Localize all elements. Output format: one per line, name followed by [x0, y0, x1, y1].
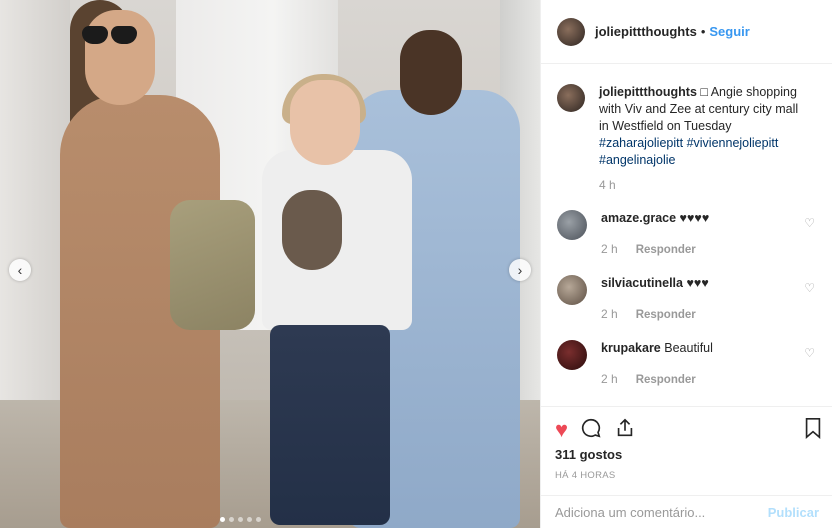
photo-figure-head-3 — [290, 80, 360, 165]
bookmark-icon[interactable] — [803, 417, 823, 445]
comment-like-icon[interactable]: ♡ — [804, 281, 815, 295]
comment-text: ♥♥♥♥ — [679, 211, 710, 225]
photo-coat — [170, 200, 255, 330]
comment-time[interactable]: 2 h — [601, 372, 618, 386]
post-header: joliepittthoughts • Seguir — [541, 0, 832, 64]
comment-time[interactable]: 2 h — [601, 307, 618, 321]
likes-count[interactable]: 311 gostos — [555, 447, 622, 462]
comment-text: ♥♥♥ — [686, 276, 709, 290]
post-timestamp[interactable]: HÁ 4 HORAS — [555, 470, 616, 481]
reply-button[interactable]: Responder — [636, 374, 696, 386]
comment-avatar[interactable] — [557, 210, 587, 240]
header-username[interactable]: joliepittthoughts — [595, 24, 697, 39]
comment-item: amaze.grace ♥♥♥♥ 2 h Responder ♡ — [557, 210, 817, 259]
hashtag-link[interactable]: #angelinajolie — [599, 153, 675, 167]
post-photo[interactable]: ‹ › — [0, 0, 540, 528]
heart-icon[interactable]: ♥ — [555, 419, 568, 441]
post-panel: joliepittthoughts • Seguir joliepittthou… — [540, 0, 832, 528]
avatar[interactable] — [557, 17, 585, 46]
publish-button[interactable]: Publicar — [768, 505, 819, 520]
share-icon[interactable] — [614, 417, 636, 443]
comment-username[interactable]: silviacutinella — [601, 276, 683, 290]
comment-avatar[interactable] — [557, 275, 587, 305]
caption-username[interactable]: joliepittthoughts — [599, 85, 697, 99]
caption-avatar[interactable] — [557, 84, 585, 112]
hashtag-link[interactable]: #zaharajoliepitt — [599, 136, 683, 150]
post-actions: ♥ 311 gostos HÁ 4 HORAS Publicar — [541, 406, 832, 528]
comment-text: Beautiful — [664, 341, 713, 355]
comment-username[interactable]: amaze.grace — [601, 211, 676, 225]
add-comment-bar: Publicar — [541, 495, 832, 528]
follow-button[interactable]: Seguir — [709, 24, 749, 39]
chevron-right-icon[interactable]: › — [509, 259, 531, 281]
hashtag-link[interactable]: #viviennejoliepitt — [687, 136, 779, 150]
action-icons: ♥ — [555, 415, 825, 445]
comment-item: krupakare Beautiful 2 h Responder ♡ — [557, 340, 817, 389]
photo-figure-jeans — [270, 325, 390, 525]
reply-button[interactable]: Responder — [636, 244, 696, 256]
chevron-left-icon[interactable]: ‹ — [9, 259, 31, 281]
caption-time[interactable]: 4 h — [599, 177, 809, 194]
photo-bear-print — [282, 190, 342, 270]
photo-figure-head — [85, 10, 155, 105]
comments-list[interactable]: joliepittthoughts □ Angie shopping with … — [541, 64, 832, 406]
comment-like-icon[interactable]: ♡ — [804, 346, 815, 360]
comment-item: silviacutinella ♥♥♥ 2 h Responder ♡ — [557, 275, 817, 324]
comment-username[interactable]: krupakare — [601, 341, 661, 355]
carousel-dots — [220, 517, 261, 522]
reply-button[interactable]: Responder — [636, 309, 696, 321]
photo-figure-head-2 — [400, 30, 462, 115]
photo-sunglasses — [82, 26, 142, 46]
comment-time[interactable]: 2 h — [601, 242, 618, 256]
header-separator: • — [700, 24, 706, 39]
comment-avatar[interactable] — [557, 340, 587, 370]
comment-like-icon[interactable]: ♡ — [804, 216, 815, 230]
comment-input[interactable] — [555, 505, 768, 520]
comment-icon[interactable] — [580, 417, 602, 443]
post-caption: joliepittthoughts □ Angie shopping with … — [557, 84, 817, 194]
